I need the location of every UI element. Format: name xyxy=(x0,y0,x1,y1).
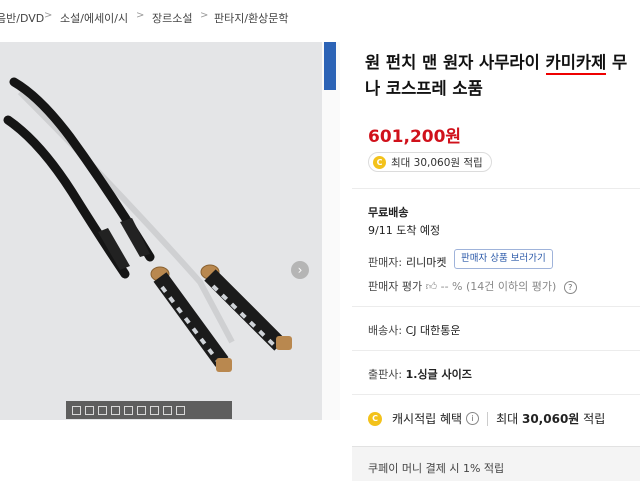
grid-icon[interactable] xyxy=(137,405,146,415)
rating-note: (14건 이하의 평가) xyxy=(466,280,557,293)
rating-value: -- % xyxy=(440,280,463,293)
coin-icon: C xyxy=(373,155,386,169)
shipping-eta: 9/11 도착 예정 xyxy=(368,224,441,237)
title-text: 원 펀치 맨 원자 사무라이 xyxy=(365,53,546,72)
share-icon[interactable] xyxy=(176,405,185,415)
divider xyxy=(352,350,640,351)
breadcrumb-separator-icon: > xyxy=(200,10,209,21)
breadcrumb-separator-icon: > xyxy=(136,10,145,21)
title-highlight: 카미카제 xyxy=(545,53,607,72)
info-icon[interactable]: i xyxy=(466,412,480,425)
delivery-info: 배송사: CJ 대한통운 xyxy=(368,322,460,338)
separator xyxy=(487,411,489,426)
divider xyxy=(352,394,640,395)
publisher-info: 출판사: 1.싱글 사이즈 xyxy=(368,366,472,382)
breadcrumb-item[interactable]: 음반/DVD xyxy=(0,10,44,26)
cash-benefit-row: C 캐시적립 혜택 i 최대 30,060원 적립 xyxy=(368,410,605,427)
info-icon[interactable]: ? xyxy=(563,280,577,294)
katana-photo xyxy=(0,42,322,420)
payment-benefit-text: 쿠페이 머니 결제 시 1% 적립 xyxy=(368,462,505,475)
publisher-label: 출판사: xyxy=(368,368,403,381)
image-scroll-area xyxy=(322,42,340,420)
cash-max-value: 30,060원 xyxy=(521,412,580,426)
delivery-label: 배송사: xyxy=(368,324,403,337)
seller-rating: 판매자 평가 👍︎ -- % (14건 이하의 평가) ? xyxy=(368,278,577,294)
breadcrumb-item[interactable]: 소설/에세이/시 xyxy=(60,10,128,26)
coin-icon: C xyxy=(368,411,382,426)
seller-name[interactable]: 리니마켓 xyxy=(406,254,446,270)
seller-label: 판매자: xyxy=(368,256,403,269)
payment-benefit-box: 쿠페이 머니 결제 시 1% 적립 xyxy=(352,446,640,481)
points-label: 최대 30,060원 적립 xyxy=(391,156,483,169)
scrollbar-thumb[interactable] xyxy=(324,42,336,90)
breadcrumb-item[interactable]: 장르소설 xyxy=(152,10,192,26)
thumbs-up-icon: 👍︎ xyxy=(425,280,438,293)
shipping-label: 무료배송 xyxy=(368,206,409,219)
cash-label: 캐시적립 혜택 xyxy=(392,412,463,426)
title-text-tail: 무 xyxy=(606,53,628,72)
image-toolbar xyxy=(66,401,232,419)
breadcrumb-separator-icon: > xyxy=(44,10,53,21)
rating-label: 판매자 평가 xyxy=(368,280,423,293)
image-next-arrow-icon[interactable]: › xyxy=(291,261,309,279)
fit-icon[interactable] xyxy=(98,405,107,415)
rotate-icon[interactable] xyxy=(111,405,120,415)
seller-products-button[interactable]: 판매자 상품 보러가기 xyxy=(454,249,553,269)
zoom-in-icon[interactable] xyxy=(72,405,81,415)
product-price: 601,200원 xyxy=(368,127,462,147)
product-title: 원 펀치 맨 원자 사무라이 카미카제 무 나 코스프레 소품 xyxy=(365,50,640,102)
breadcrumb-item[interactable]: 판타지/환상문학 xyxy=(214,10,289,26)
points-badge[interactable]: C 최대 30,060원 적립 xyxy=(368,152,492,172)
zoom-out-icon[interactable] xyxy=(85,405,94,415)
breadcrumb: 음반/DVD > 소설/에세이/시 > 장르소설 > 판타지/환상문학 xyxy=(0,0,640,34)
print-icon[interactable] xyxy=(163,405,172,415)
cash-max-label: 최대 xyxy=(496,412,519,426)
cash-suffix: 적립 xyxy=(583,412,606,426)
divider xyxy=(352,188,640,189)
copy-icon[interactable] xyxy=(150,405,159,415)
publisher-value: 1.싱글 사이즈 xyxy=(405,368,472,381)
divider xyxy=(352,306,640,307)
crop-icon[interactable] xyxy=(124,405,133,415)
title-line-2: 나 코스프레 소품 xyxy=(365,79,483,98)
product-image[interactable]: › xyxy=(0,42,322,420)
delivery-value: CJ 대한통운 xyxy=(405,324,461,337)
